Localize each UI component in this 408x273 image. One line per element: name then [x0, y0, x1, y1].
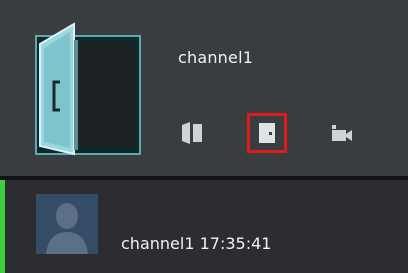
event-list-item[interactable]: channel1 17:35:41	[0, 180, 408, 273]
video-camera-icon	[332, 125, 352, 141]
event-text: channel1 17:35:41	[121, 234, 272, 253]
door-open-button[interactable]	[172, 113, 212, 153]
channel-name: channel1	[178, 48, 254, 67]
door-close-button[interactable]	[247, 113, 287, 153]
event-accent-bar	[0, 180, 5, 273]
door-close-icon	[259, 123, 275, 143]
door-icon[interactable]	[34, 20, 146, 158]
person-icon	[36, 194, 98, 254]
channel-panel: channel1	[0, 0, 408, 176]
door-open-icon	[182, 122, 202, 144]
video-button[interactable]	[322, 113, 362, 153]
